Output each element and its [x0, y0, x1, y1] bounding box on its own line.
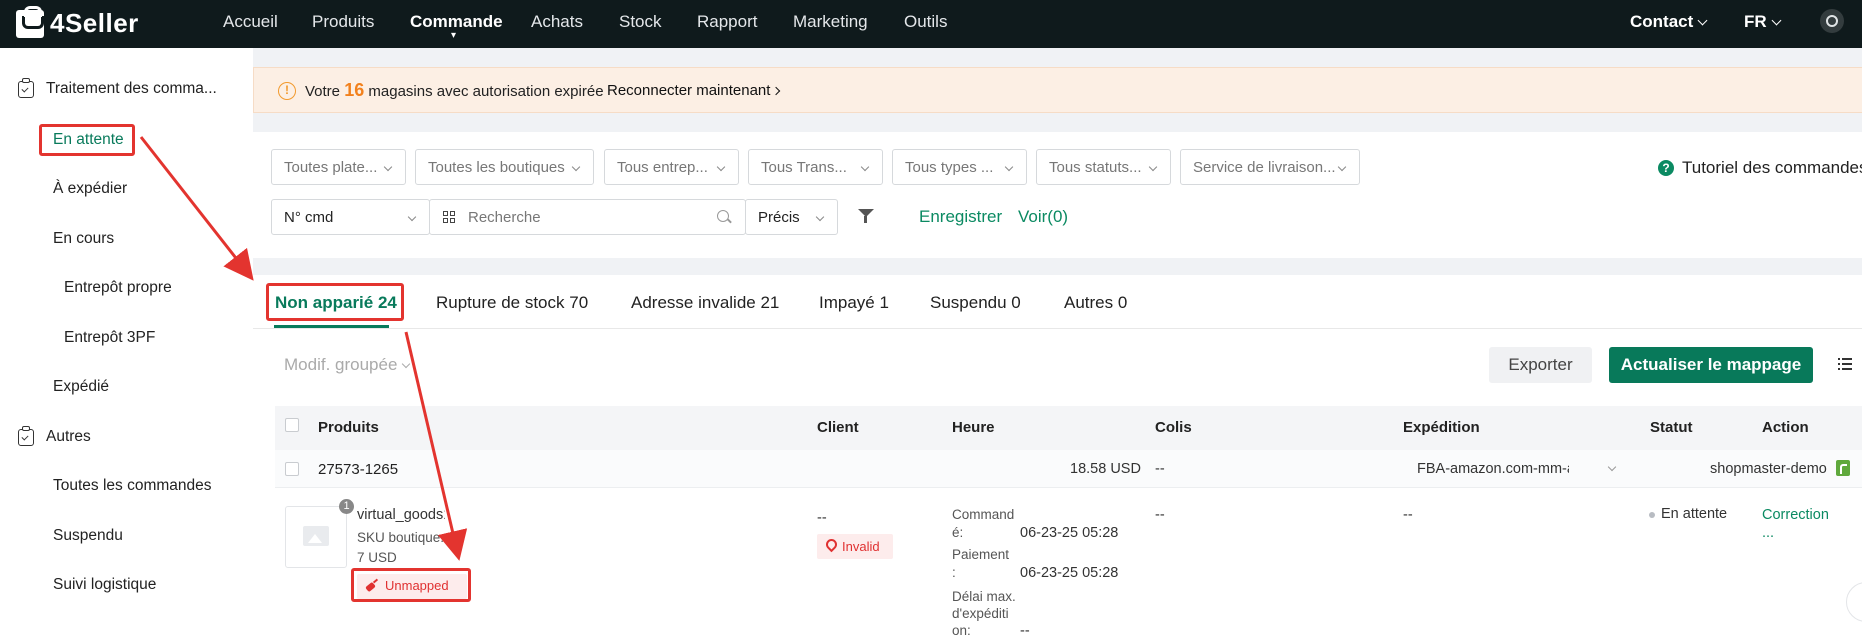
arrow-to-unmapped — [404, 331, 468, 561]
arrow-to-tab — [139, 136, 254, 281]
annotation-arrows — [139, 136, 468, 561]
